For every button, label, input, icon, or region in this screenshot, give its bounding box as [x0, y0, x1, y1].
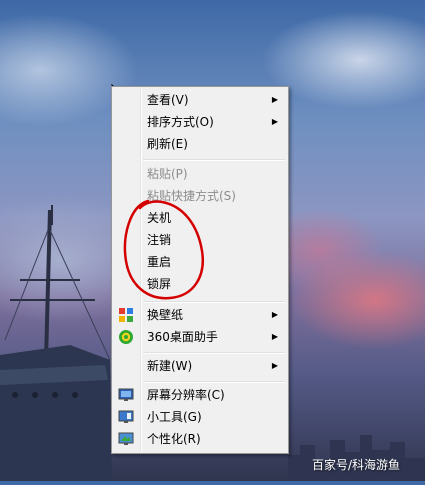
submenu-arrow-icon: ▶ [271, 117, 278, 126]
screen-resolution-icon [118, 388, 134, 401]
menu-item-label: 换壁纸 [147, 308, 184, 322]
wallpaper-change-icon [119, 308, 133, 322]
personalize-icon [118, 432, 134, 445]
menu-item-label: 屏幕分辨率(C) [147, 388, 225, 402]
menu-item-label: 查看(V) [147, 93, 189, 107]
menu-item-change-wallpaper[interactable]: 换壁纸 ▶ [114, 304, 286, 326]
menu-separator [143, 352, 285, 354]
menu-item-label: 刷新(E) [147, 137, 188, 151]
menu-item-label: 新建(W) [147, 359, 193, 373]
submenu-arrow-icon: ▶ [271, 310, 278, 319]
menu-item-360-desktop-assistant[interactable]: 360桌面助手 ▶ [114, 326, 286, 348]
menu-item-gadgets[interactable]: 小工具(G) [114, 406, 286, 428]
menu-item-label: 排序方式(O) [147, 115, 214, 129]
desktop-assistant-360-icon [119, 330, 133, 344]
menu-item-paste[interactable]: 粘贴(P) [114, 163, 286, 185]
menu-separator [143, 159, 285, 161]
menu-item-refresh[interactable]: 刷新(E) [114, 133, 286, 155]
submenu-arrow-icon: ▶ [271, 361, 278, 370]
menu-item-label: 小工具(G) [147, 410, 202, 424]
menu-item-label: 360桌面助手 [147, 330, 218, 344]
red-circle-annotation [123, 199, 204, 300]
submenu-arrow-icon: ▶ [271, 95, 278, 104]
menu-separator [143, 381, 285, 383]
menu-item-label: 粘贴(P) [147, 167, 188, 181]
menu-item-sort-by[interactable]: 排序方式(O) ▶ [114, 111, 286, 133]
gadgets-icon [118, 410, 134, 423]
submenu-arrow-icon: ▶ [271, 332, 278, 341]
menu-item-label: 个性化(R) [147, 432, 201, 446]
menu-item-screen-resolution[interactable]: 屏幕分辨率(C) [114, 384, 286, 406]
menu-item-personalize[interactable]: 个性化(R) [114, 428, 286, 450]
menu-item-new[interactable]: 新建(W) ▶ [114, 355, 286, 377]
menu-item-view[interactable]: 查看(V) ▶ [114, 89, 286, 111]
watermark-text: 百家号/科海游鱼 [312, 458, 401, 472]
